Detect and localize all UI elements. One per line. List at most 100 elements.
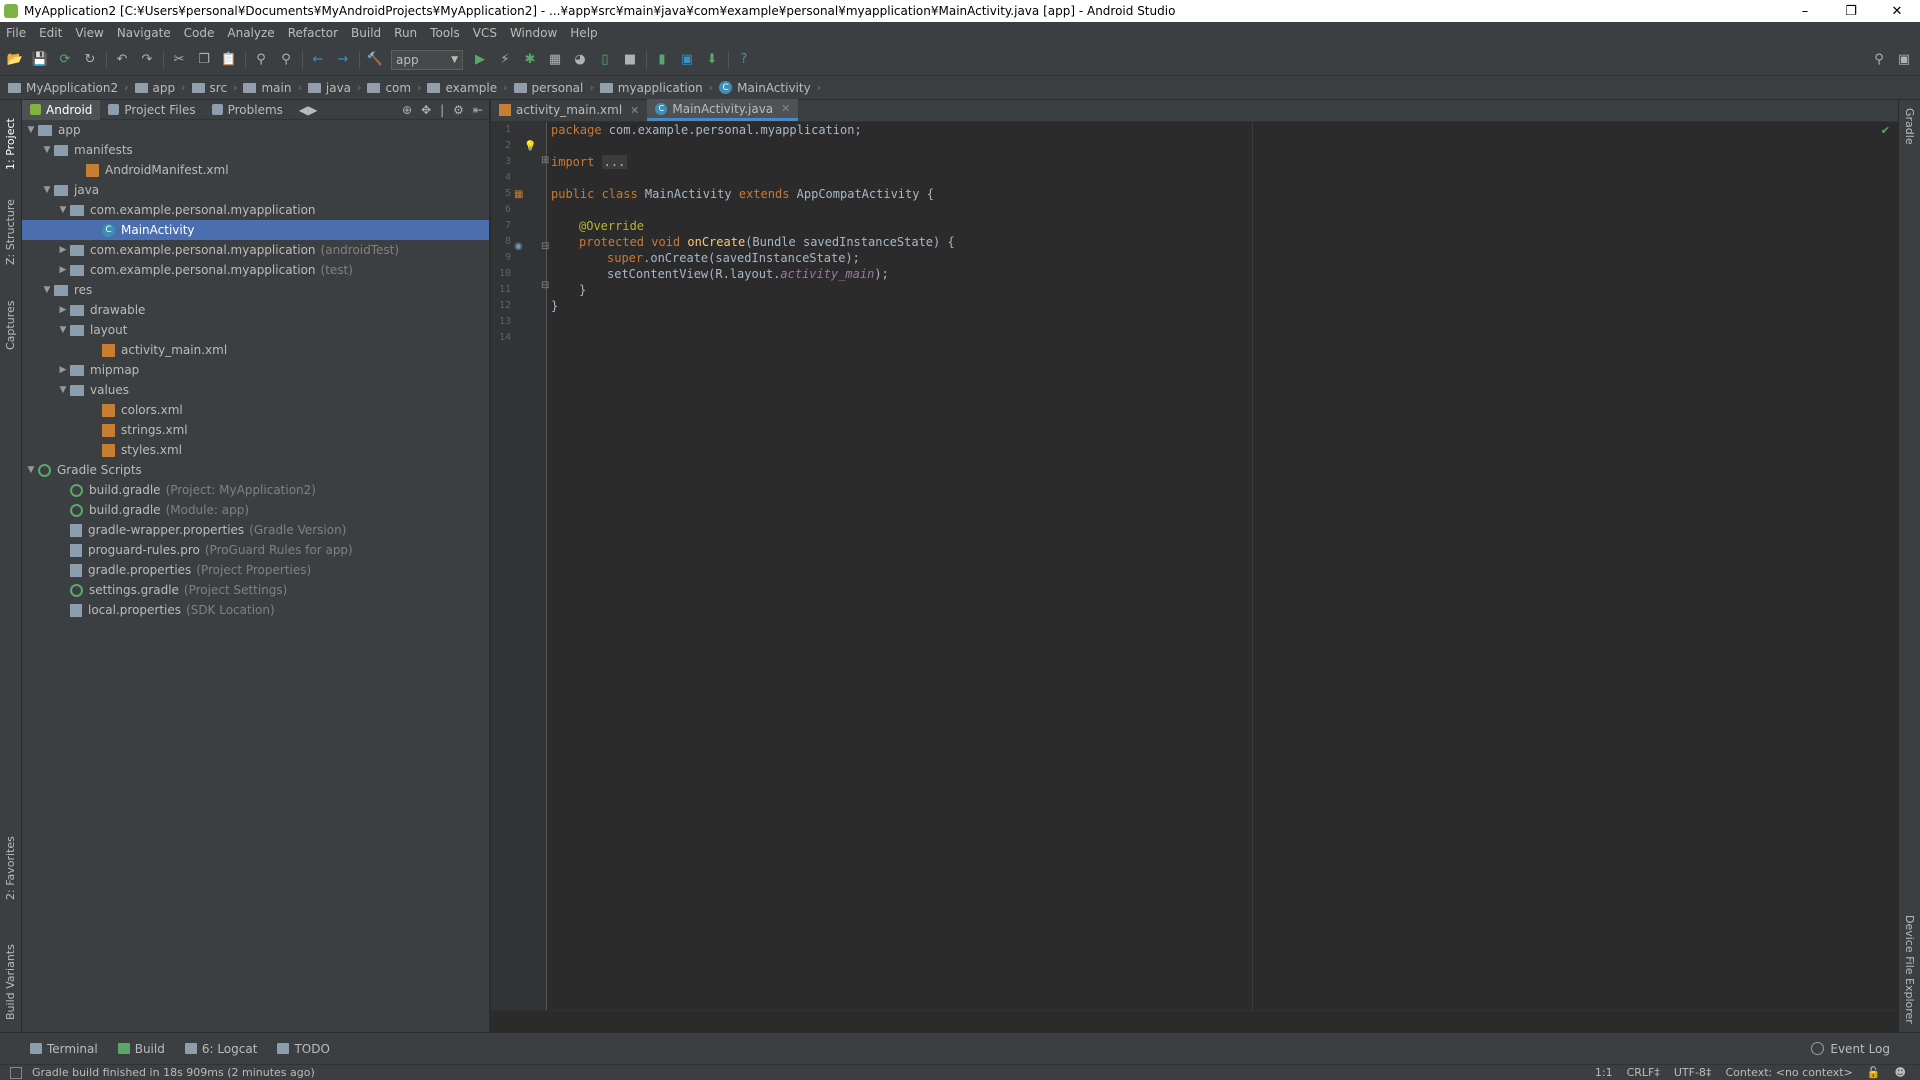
- menu-tools[interactable]: Tools: [430, 26, 460, 40]
- tree-item[interactable]: AndroidManifest.xml: [72, 160, 229, 180]
- avd-manager-icon[interactable]: ▮: [653, 51, 671, 69]
- tree-item[interactable]: ▼ Gradle Scripts: [24, 460, 142, 480]
- project-structure-icon[interactable]: ▣: [678, 51, 696, 69]
- search-icon[interactable]: ⚲: [1870, 51, 1888, 69]
- gear-icon[interactable]: ⚙: [453, 103, 464, 117]
- breadcrumb-item[interactable]: personal ›: [513, 81, 594, 95]
- tree-item[interactable]: build.gradle (Project: MyApplication2): [56, 480, 316, 500]
- menu-vcs[interactable]: VCS: [473, 26, 497, 40]
- maximize-button[interactable]: ❐: [1828, 0, 1874, 22]
- expand-arrow-icon[interactable]: ▼: [56, 325, 70, 335]
- expand-arrow-icon[interactable]: ▼: [24, 465, 38, 475]
- device-icon[interactable]: ▯: [596, 51, 614, 69]
- collapse-arrow-icon[interactable]: ▶: [56, 245, 70, 255]
- tree-item[interactable]: C MainActivity: [88, 220, 195, 240]
- editor-tab-main-activity[interactable]: C MainActivity.java ✕: [647, 99, 799, 121]
- expand-arrow-icon[interactable]: ▼: [40, 145, 54, 155]
- fold-icon[interactable]: ⊟: [541, 241, 549, 252]
- minimize-button[interactable]: –: [1782, 0, 1828, 22]
- tab-android[interactable]: Android: [22, 99, 101, 120]
- tree-item[interactable]: styles.xml: [88, 440, 182, 460]
- breadcrumb-item[interactable]: MyApplication2 ›: [8, 81, 129, 95]
- lightbulb-icon[interactable]: 💡: [524, 141, 536, 152]
- tree-item[interactable]: ▶ mipmap: [56, 360, 140, 380]
- tool-logcat[interactable]: 6: Logcat: [184, 1042, 257, 1056]
- expand-arrow-icon[interactable]: ▼: [40, 285, 54, 295]
- panel-toggle-icon[interactable]: [10, 1066, 22, 1079]
- copy-icon[interactable]: ❐: [195, 51, 213, 69]
- lock-icon[interactable]: 🔓: [1867, 1066, 1881, 1079]
- menu-help[interactable]: Help: [570, 26, 597, 40]
- menu-file[interactable]: File: [6, 26, 26, 40]
- menu-window[interactable]: Window: [510, 26, 557, 40]
- line-separator[interactable]: CRLF‡: [1627, 1066, 1660, 1079]
- menu-view[interactable]: View: [75, 26, 103, 40]
- breadcrumb-item[interactable]: java ›: [307, 81, 361, 95]
- collapse-arrow-icon[interactable]: ▶: [56, 265, 70, 275]
- expand-arrow-icon[interactable]: ▼: [40, 185, 54, 195]
- apply-changes-icon[interactable]: ⚡: [496, 51, 514, 69]
- menu-edit[interactable]: Edit: [39, 26, 62, 40]
- expand-arrow-icon[interactable]: ▼: [56, 385, 70, 395]
- caret-position[interactable]: 1:1: [1595, 1066, 1613, 1079]
- open-folder-icon[interactable]: 📂: [6, 51, 24, 69]
- breadcrumb-item[interactable]: app ›: [134, 81, 186, 95]
- make-project-icon[interactable]: 🔨: [366, 51, 384, 69]
- tree-item[interactable]: local.properties (SDK Location): [56, 600, 275, 620]
- menu-analyze[interactable]: Analyze: [227, 26, 274, 40]
- tree-item[interactable]: ▼ layout: [56, 320, 128, 340]
- tool-favorites[interactable]: 2: Favorites: [4, 836, 17, 900]
- sdk-manager-icon[interactable]: ⬇: [703, 51, 721, 69]
- tree-item[interactable]: ▼ app: [24, 120, 81, 140]
- tree-item[interactable]: colors.xml: [88, 400, 183, 420]
- inspection-ok-icon[interactable]: ✔: [1881, 124, 1890, 137]
- cut-icon[interactable]: ✂: [170, 51, 188, 69]
- breadcrumb-item[interactable]: myapplication ›: [599, 81, 713, 95]
- fold-icon[interactable]: ⊟: [541, 280, 549, 291]
- tab-project-files[interactable]: Project Files: [100, 100, 203, 120]
- help-icon[interactable]: ?: [735, 51, 753, 69]
- collapse-arrow-icon[interactable]: ▶: [56, 305, 70, 315]
- forward-icon[interactable]: →: [334, 51, 352, 69]
- undo-icon[interactable]: ↶: [113, 51, 131, 69]
- tree-item[interactable]: strings.xml: [88, 420, 188, 440]
- debug-icon[interactable]: ✱: [521, 51, 539, 69]
- expand-arrow-icon[interactable]: ▼: [24, 125, 38, 135]
- close-button[interactable]: ✕: [1874, 0, 1920, 22]
- breadcrumb-item[interactable]: example ›: [427, 81, 508, 95]
- tool-terminal[interactable]: Terminal: [30, 1042, 98, 1056]
- tool-project[interactable]: 1: Project: [4, 118, 17, 170]
- layout-icon[interactable]: ▣: [1895, 51, 1913, 69]
- replace-icon[interactable]: ⚲: [277, 51, 295, 69]
- run-icon[interactable]: ▶: [471, 51, 489, 69]
- tree-item[interactable]: gradle.properties (Project Properties): [56, 560, 311, 580]
- editor-tab-activity-main[interactable]: activity_main.xml ✕: [491, 99, 647, 121]
- tool-build-variants[interactable]: Build Variants: [4, 944, 17, 1020]
- menu-build[interactable]: Build: [351, 26, 381, 40]
- back-icon[interactable]: ←: [309, 51, 327, 69]
- refresh-icon[interactable]: ↻: [81, 51, 99, 69]
- scroll-from-source-icon[interactable]: ⊕: [402, 103, 412, 117]
- tree-item[interactable]: ▼ manifests: [40, 140, 133, 160]
- breadcrumb-item[interactable]: main ›: [243, 81, 302, 95]
- menu-run[interactable]: Run: [394, 26, 417, 40]
- editor-horizontal-scrollbar[interactable]: [491, 1010, 1898, 1032]
- tree-item[interactable]: gradle-wrapper.properties (Gradle Version…: [56, 520, 346, 540]
- expand-arrow-icon[interactable]: ▼: [56, 205, 70, 215]
- menu-navigate[interactable]: Navigate: [117, 26, 171, 40]
- folded-imports[interactable]: ...: [601, 155, 628, 169]
- code-editor[interactable]: 1 2 3 4 5 6 7 8 9 10 11 12 13 14 💡 ⊞ ▦ ◉ ⊟ ⊟ package …: [491, 122, 1898, 1010]
- fold-icon[interactable]: ⊞: [541, 155, 549, 166]
- profile-icon[interactable]: ◕: [571, 51, 589, 69]
- tree-item[interactable]: activity_main.xml: [88, 340, 227, 360]
- tree-item[interactable]: build.gradle (Module: app): [56, 500, 249, 520]
- menu-code[interactable]: Code: [184, 26, 215, 40]
- tool-gradle[interactable]: Gradle: [1903, 108, 1916, 145]
- tool-event-log[interactable]: Event Log: [1811, 1042, 1890, 1056]
- tool-build[interactable]: Build: [117, 1042, 165, 1056]
- context-indicator[interactable]: Context: <no context>: [1725, 1066, 1852, 1079]
- tree-item[interactable]: ▶ com.example.personal.myapplication (test…: [56, 260, 353, 280]
- save-all-icon[interactable]: 💾: [31, 51, 49, 69]
- tree-item[interactable]: ▶ drawable: [56, 300, 146, 320]
- status-message[interactable]: Gradle build finished in 18s 909ms (2 mi…: [32, 1066, 315, 1079]
